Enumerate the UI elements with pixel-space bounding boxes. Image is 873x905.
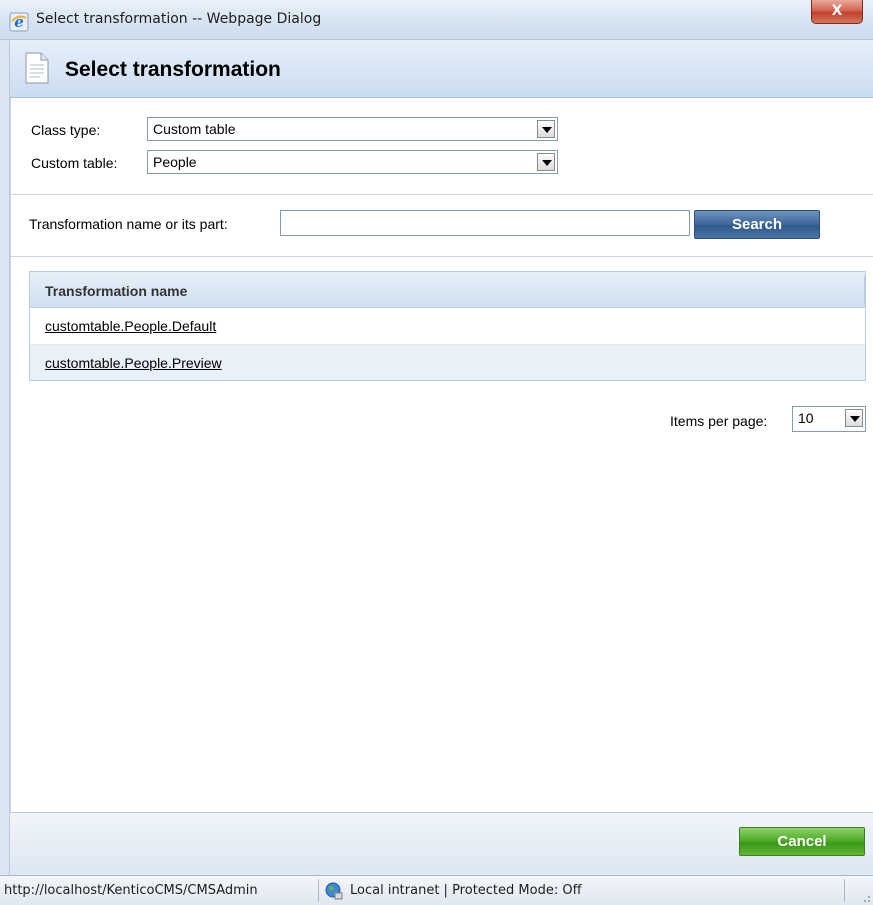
page-header: Select transformation [10,40,873,98]
class-type-label: Class type: [31,122,101,138]
divider [844,879,845,902]
custom-table-label: Custom table: [31,155,118,171]
transformation-link[interactable]: customtable.People.Default [45,318,216,334]
table-row: customtable.People.Preview [30,344,865,380]
search-input[interactable] [280,210,690,236]
resize-grip-icon[interactable] [859,891,871,903]
class-type-select[interactable]: Custom table [147,117,558,141]
document-icon [25,52,49,84]
chevron-down-icon[interactable] [845,409,863,427]
globe-icon [325,882,343,900]
divider [318,879,319,902]
window-title-bar: e Select transformation -- Webpage Dialo… [0,0,873,40]
dialog-content: Class type: Custom table Custom table: P… [10,98,873,875]
transformations-grid: Transformation name customtable.People.D… [29,271,866,381]
transformation-link[interactable]: customtable.People.Preview [45,355,222,371]
grid-column-header[interactable]: Transformation name [30,272,865,308]
class-type-value: Custom table [153,121,236,137]
search-button[interactable]: Search [694,210,820,239]
page-title: Select transformation [65,58,281,81]
internet-explorer-icon: e [9,12,29,32]
security-zone-status: Local intranet | Protected Mode: Off [350,883,582,898]
items-per-page-select[interactable]: 10 [792,406,866,432]
divider [11,256,873,257]
status-url: http://localhost/KenticoCMS/CMSAdmin [4,883,258,898]
items-per-page-label: Items per page: [670,413,768,429]
dialog-footer: Cancel [10,812,873,875]
dialog-left-border [0,40,10,876]
table-row: customtable.People.Default [30,308,865,344]
chevron-down-icon[interactable] [537,120,555,138]
custom-table-select[interactable]: People [147,150,558,174]
window-close-button[interactable]: X [811,0,863,24]
close-icon: X [831,3,843,19]
status-bar: http://localhost/KenticoCMS/CMSAdmin Loc… [0,875,873,905]
items-per-page-value: 10 [798,410,814,426]
cancel-button[interactable]: Cancel [739,827,865,856]
chevron-down-icon[interactable] [537,153,555,171]
divider [11,194,873,195]
window-title: Select transformation -- Webpage Dialog [36,11,322,27]
search-label: Transformation name or its part: [29,216,228,232]
custom-table-value: People [153,154,197,170]
